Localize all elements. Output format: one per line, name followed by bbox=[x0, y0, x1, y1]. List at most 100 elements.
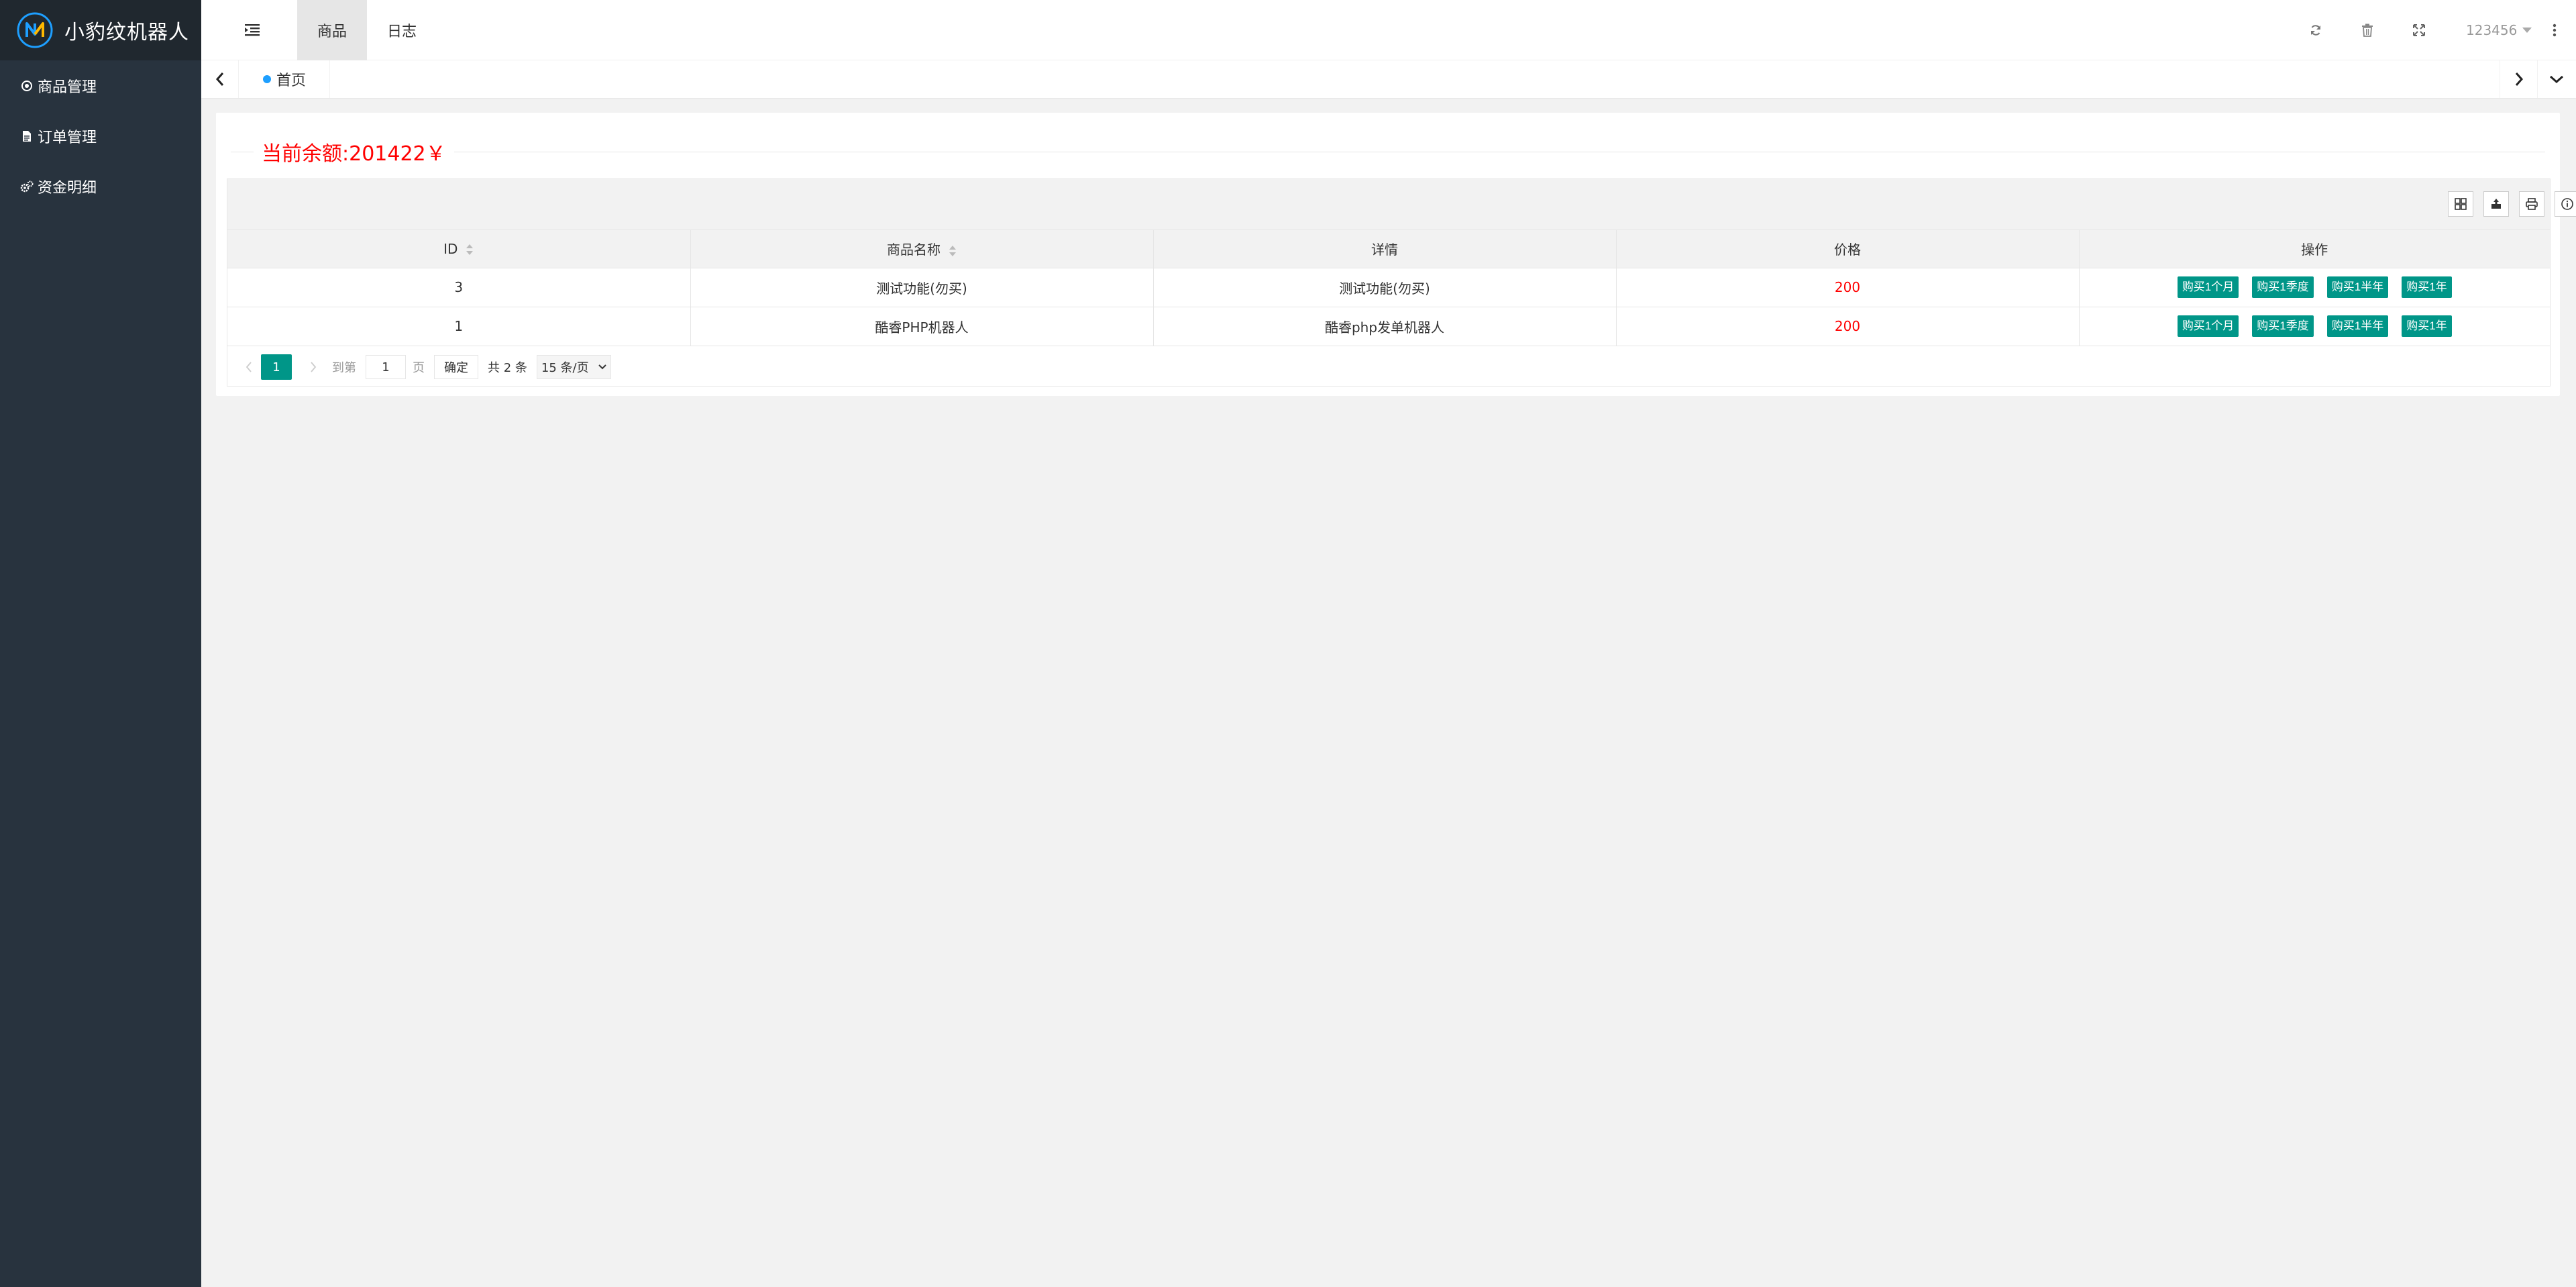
chevron-down-icon bbox=[2522, 28, 2532, 33]
buy-1-quarter-button[interactable]: 购买1季度 bbox=[2252, 315, 2314, 337]
page-size-select[interactable]: 15 条/页 bbox=[536, 355, 611, 379]
sidebar-item-orders[interactable]: 订单管理 bbox=[0, 111, 201, 161]
logo[interactable]: 小豹纹机器人 bbox=[0, 0, 201, 60]
fullscreen-icon bbox=[2413, 24, 2425, 36]
column-header-price: 价格 bbox=[1616, 230, 2080, 268]
chevron-right-icon bbox=[2515, 72, 2523, 86]
fullscreen-button[interactable] bbox=[2408, 19, 2430, 41]
more-vertical-icon bbox=[2553, 23, 2557, 37]
goto-confirm-button[interactable]: 确定 bbox=[434, 355, 478, 379]
prev-page-button[interactable] bbox=[237, 356, 261, 378]
circle-dot-icon bbox=[21, 80, 32, 91]
goto-prefix: 到第 bbox=[332, 361, 356, 375]
page-number-current[interactable]: 1 bbox=[261, 354, 292, 380]
export-icon bbox=[2491, 199, 2501, 209]
cell-price: 200 bbox=[1616, 268, 2080, 307]
active-dot bbox=[263, 75, 271, 83]
sidebar-item-products[interactable]: 商品管理 bbox=[0, 60, 201, 111]
chevron-right-icon bbox=[311, 362, 317, 372]
refresh-icon bbox=[2311, 25, 2320, 36]
cell-name: 酷睿PHP机器人 bbox=[690, 307, 1154, 346]
chevron-left-icon bbox=[215, 72, 223, 86]
balance-text: 当前余额:201422￥ bbox=[254, 134, 454, 169]
buy-half-year-button[interactable]: 购买1半年 bbox=[2326, 276, 2389, 298]
column-label: 详情 bbox=[1371, 242, 1398, 258]
balance-fieldset: 当前余额:201422￥ bbox=[231, 134, 2545, 169]
cell-actions: 购买1个月 购买1季度 购买1半年 购买1年 bbox=[2079, 307, 2550, 346]
tab-logs[interactable]: 日志 bbox=[367, 0, 437, 60]
tab-label: 日志 bbox=[386, 23, 417, 40]
buy-half-year-button[interactable]: 购买1半年 bbox=[2326, 315, 2389, 337]
sort-icon[interactable] bbox=[466, 244, 474, 256]
cell-price: 200 bbox=[1616, 307, 2080, 346]
cell-name: 测试功能(勿买) bbox=[690, 268, 1154, 307]
file-icon bbox=[23, 130, 31, 142]
clear-cache-button[interactable] bbox=[2357, 19, 2378, 41]
sidebar-item-funds[interactable]: 资金明细 bbox=[0, 161, 201, 211]
page-tabs-bar: 首页 bbox=[201, 60, 2576, 98]
info-button[interactable] bbox=[2555, 191, 2576, 217]
sort-icon[interactable] bbox=[949, 245, 957, 257]
table-toolbar bbox=[227, 179, 2576, 230]
buy-1-quarter-button[interactable]: 购买1季度 bbox=[2252, 276, 2314, 298]
tab-products[interactable]: 商品 bbox=[297, 0, 367, 60]
chevron-left-icon bbox=[246, 362, 252, 372]
more-button[interactable] bbox=[2548, 19, 2561, 42]
buy-1-year-button[interactable]: 购买1年 bbox=[2402, 315, 2452, 337]
column-label: ID bbox=[443, 240, 458, 257]
print-icon bbox=[2526, 198, 2538, 210]
logo-mark-icon bbox=[17, 12, 53, 48]
column-label: 操作 bbox=[2301, 242, 2328, 258]
sidebar-item-label: 商品管理 bbox=[38, 79, 97, 96]
refresh-button[interactable] bbox=[2305, 19, 2326, 41]
buy-1-month-button[interactable]: 购买1个月 bbox=[2177, 276, 2239, 298]
next-page-button[interactable] bbox=[301, 356, 325, 378]
sidebar-item-label: 订单管理 bbox=[38, 129, 97, 146]
user-menu[interactable]: 123456 bbox=[2466, 19, 2532, 42]
chevron-down-icon bbox=[598, 364, 606, 370]
indent-icon bbox=[245, 24, 260, 36]
column-label: 商品名称 bbox=[887, 242, 941, 258]
tab-label: 商品 bbox=[317, 23, 347, 40]
main-card: 当前余额:201422￥ ID 商品名称 详情 价格 操作 3 测试功能(勿买)… bbox=[216, 113, 2576, 396]
export-button[interactable] bbox=[2483, 191, 2509, 217]
print-button[interactable] bbox=[2519, 191, 2544, 217]
column-header-actions: 操作 bbox=[2079, 230, 2550, 268]
column-label: 价格 bbox=[1834, 242, 1861, 258]
info-icon bbox=[2561, 198, 2573, 210]
buy-1-month-button[interactable]: 购买1个月 bbox=[2177, 315, 2239, 337]
tabs-menu-button[interactable] bbox=[2537, 60, 2575, 98]
tabs-scroll-left-button[interactable] bbox=[201, 60, 239, 98]
page-size-value: 15 条/页 bbox=[541, 361, 589, 375]
total-count: 共 2 条 bbox=[488, 361, 527, 375]
columns-filter-button[interactable] bbox=[2448, 191, 2473, 217]
product-table: ID 商品名称 详情 价格 操作 3 测试功能(勿买) 测试功能(勿买) 200… bbox=[227, 178, 2576, 387]
column-header-detail: 详情 bbox=[1153, 230, 1617, 268]
header: 商品 日志 123456 bbox=[201, 0, 2576, 60]
chevron-down-icon bbox=[2549, 75, 2563, 84]
tab-home-label: 首页 bbox=[276, 72, 307, 89]
tab-home[interactable]: 首页 bbox=[239, 60, 330, 98]
buy-1-year-button[interactable]: 购买1年 bbox=[2402, 276, 2452, 298]
goto-page-input[interactable] bbox=[366, 355, 406, 379]
app-title: 小豹纹机器人 bbox=[64, 21, 189, 44]
cell-actions: 购买1个月 购买1季度 购买1半年 购买1年 bbox=[2079, 268, 2550, 307]
columns-icon bbox=[2455, 198, 2467, 210]
sidebar-item-label: 资金明细 bbox=[38, 179, 97, 197]
column-header-name[interactable]: 商品名称 bbox=[690, 230, 1154, 268]
gears-icon bbox=[20, 181, 34, 192]
sidebar-toggle-button[interactable] bbox=[239, 19, 266, 42]
column-header-id[interactable]: ID bbox=[227, 230, 691, 268]
cell-id: 1 bbox=[227, 307, 691, 346]
cell-detail: 酷睿php发单机器人 bbox=[1153, 307, 1617, 346]
table-header-row: ID 商品名称 详情 价格 操作 bbox=[227, 230, 2550, 268]
table-row: 1 酷睿PHP机器人 酷睿php发单机器人 200 购买1个月 购买1季度 购买1半… bbox=[227, 307, 2550, 346]
pagination: 1 到第 页 确定 共 2 条 15 条/页 bbox=[227, 348, 2550, 386]
cell-id: 3 bbox=[227, 268, 691, 307]
sidebar: 小豹纹机器人 商品管理 订单管理 资金明细 bbox=[0, 0, 201, 1287]
trash-icon bbox=[2362, 23, 2373, 37]
tabs-scroll-right-button[interactable] bbox=[2500, 60, 2537, 98]
cell-detail: 测试功能(勿买) bbox=[1153, 268, 1617, 307]
data-table: ID 商品名称 详情 价格 操作 3 测试功能(勿买) 测试功能(勿买) 200… bbox=[227, 230, 2550, 346]
sidebar-nav: 商品管理 订单管理 资金明细 bbox=[0, 60, 201, 211]
